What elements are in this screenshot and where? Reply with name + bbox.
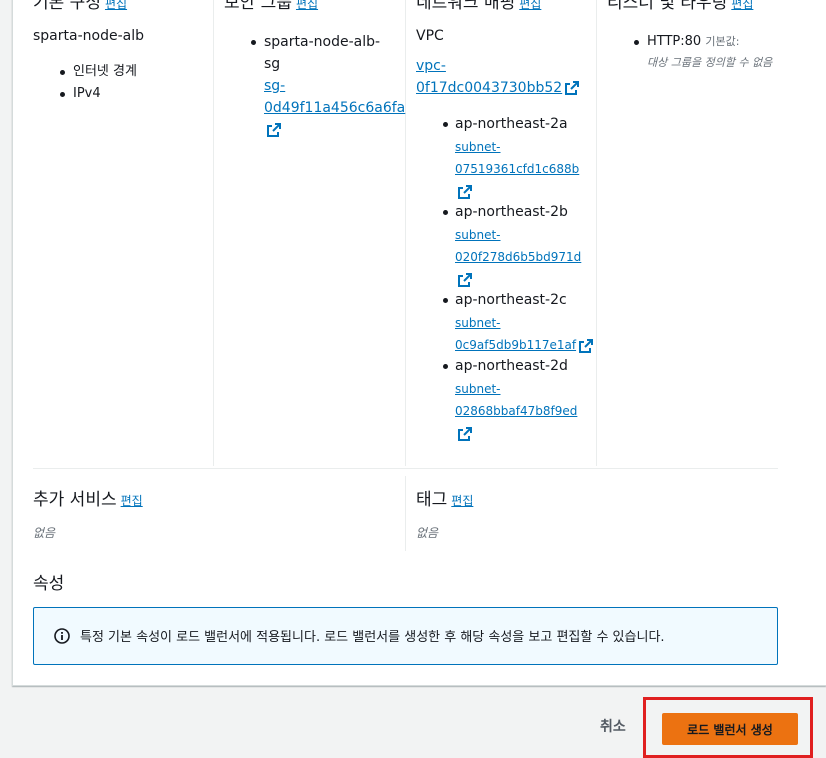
subnet-az: ap-northeast-2a (455, 116, 568, 132)
listener-protocol: HTTP:80 (647, 34, 702, 49)
subnet-external-link[interactable] (455, 422, 473, 444)
vpc-link-line2[interactable]: 0f17dc0043730bb52 (416, 77, 580, 99)
column-divider (405, 0, 406, 466)
subnet-link-line1[interactable]: subnet- (455, 224, 501, 246)
subnet-link-line2[interactable]: 020f278d6b5bd971d (455, 246, 581, 268)
lb-name: sparta-node-alb (33, 28, 144, 44)
listener-default-label: 기본값: (705, 35, 740, 48)
column-divider (405, 476, 406, 551)
vpc-label: VPC (416, 28, 444, 44)
bullet (60, 92, 65, 97)
external-link-icon (458, 426, 472, 441)
subnet-id: 0c9af5db9b117e1af (455, 338, 577, 352)
cancel-button[interactable]: 취소 (600, 716, 626, 736)
listeners-heading: 리스너 및 라우팅 편집 (607, 0, 753, 15)
subnet-az: ap-northeast-2d (455, 358, 568, 374)
review-panel (12, 0, 826, 686)
listeners-title: 리스너 및 라우팅 (607, 0, 728, 13)
subnet-az: ap-northeast-2b (455, 204, 568, 220)
column-divider (596, 0, 597, 466)
bullet (251, 40, 256, 45)
basic-config-heading: 기본 구성 편집 (33, 0, 127, 15)
sg-name-line2: sg (264, 56, 281, 72)
attributes-info-alert: 특정 기본 속성이 로드 밸런서에 적용됩니다. 로드 밸런서를 생성한 후 해… (33, 607, 778, 665)
scheme-item: 인터넷 경계 (73, 64, 137, 79)
listener-item: HTTP:80 기본값: (647, 31, 739, 53)
bullet (443, 122, 448, 127)
sg-external-link[interactable] (264, 119, 282, 141)
network-mapping-edit-link[interactable]: 편집 (519, 0, 541, 11)
addons-heading: 추가 서비스 편집 (33, 489, 143, 512)
column-divider (213, 0, 214, 466)
basic-config-title: 기본 구성 (33, 0, 101, 13)
sg-link-line2[interactable]: 0d49f11a456c6a6fa (264, 97, 405, 119)
network-mapping-title: 네트워크 매핑 (416, 0, 516, 13)
security-group-heading: 보안 그룹 편집 (224, 0, 318, 15)
network-mapping-heading: 네트워크 매핑 편집 (416, 0, 541, 15)
basic-config-edit-link[interactable]: 편집 (105, 0, 127, 11)
tags-title: 태그 (416, 490, 448, 510)
subnet-link-line1[interactable]: subnet- (455, 378, 501, 400)
bullet (60, 70, 65, 75)
subnet-link-line1[interactable]: subnet- (455, 312, 501, 334)
listener-default-desc: 대상 그룹을 정의할 수 없음 (647, 56, 773, 69)
vpc-id: 0f17dc0043730bb52 (416, 80, 563, 96)
ip-type-item: IPv4 (73, 86, 101, 101)
info-icon (54, 628, 70, 644)
bullet (443, 298, 448, 303)
addons-value: 없음 (33, 526, 56, 540)
subnet-link-line2[interactable]: 0c9af5db9b117e1af (455, 334, 594, 356)
subnet-link-line2[interactable]: 07519361cfd1c688b (455, 158, 579, 180)
sg-name-line1: sparta-node-alb- (264, 34, 381, 50)
external-link-icon (458, 272, 472, 287)
bullet (443, 364, 448, 369)
security-group-edit-link[interactable]: 편집 (296, 0, 318, 11)
external-link-icon (267, 123, 281, 137)
tags-value: 없음 (416, 526, 439, 540)
subnet-link-line2[interactable]: 02868bbaf47b8f9ed (455, 400, 577, 422)
bullet (634, 40, 639, 45)
subnet-external-link[interactable] (455, 180, 473, 202)
external-link-icon (565, 81, 580, 95)
subnet-external-link[interactable] (455, 268, 473, 290)
subnet-link-line1[interactable]: subnet- (455, 136, 501, 158)
listeners-edit-link[interactable]: 편집 (731, 0, 753, 11)
external-link-icon (458, 184, 472, 199)
section-divider (33, 468, 778, 469)
subnet-az: ap-northeast-2c (455, 292, 567, 308)
bullet (443, 210, 448, 215)
external-link-icon (579, 338, 594, 353)
security-group-title: 보안 그룹 (224, 0, 292, 13)
attributes-heading: 속성 (33, 574, 65, 594)
tags-heading: 태그 편집 (416, 489, 473, 512)
vpc-link-line1[interactable]: vpc- (416, 55, 446, 77)
sg-link-line1[interactable]: sg- (264, 75, 285, 97)
attributes-info-text: 특정 기본 속성이 로드 밸런서에 적용됩니다. 로드 밸런서를 생성한 후 해… (80, 630, 665, 645)
highlight-box (643, 697, 813, 758)
tags-edit-link[interactable]: 편집 (451, 494, 473, 508)
addons-title: 추가 서비스 (33, 490, 117, 510)
addons-edit-link[interactable]: 편집 (121, 494, 143, 508)
